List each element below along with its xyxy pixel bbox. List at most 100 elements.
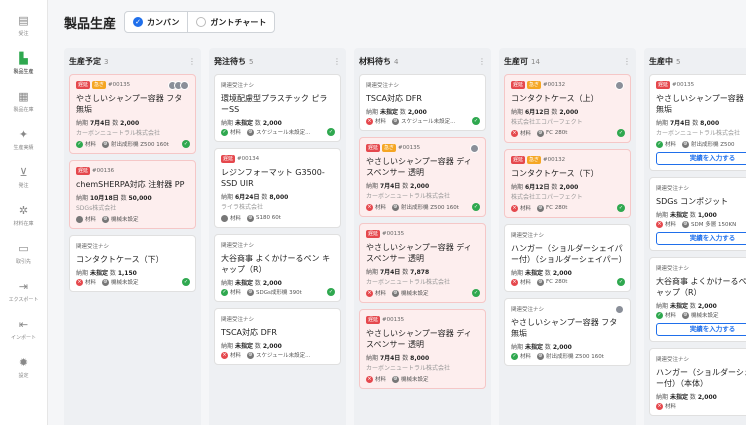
material-label: 材料 [375,119,387,125]
card-top-row: 遅延 急ぎ #00135 [76,80,189,90]
check-complete-icon: ✓ [617,129,625,137]
due-date: 6月12日 [524,109,550,116]
product-name: やさしいシャンプー容器 ディスペンサー 透明 [366,157,472,177]
more-icon[interactable]: ⋮ [333,57,341,66]
product-name: ハンガー（ショルダーシェイパー付）（ショルダーシェイパー） [511,244,627,264]
sidebar-item-2[interactable]: ▦ 製品在庫 [0,82,48,120]
qty-label: 数 [112,120,119,127]
order-card[interactable]: 関連受注ナシ大谷商事 よくかけーるペン キャップ（R） 納期 未指定 数 2,00… [214,234,341,302]
status-tag: 急ぎ [92,81,107,89]
sidebar-item-label: 取引先 [15,258,31,265]
material-label: 材料 [230,130,242,136]
status-tag: 遅延 [366,144,381,152]
card-footer: ✓ 材料 ⚙ スケジュール未設定... [221,128,334,136]
material-status-icon: ✓ [221,128,228,136]
column-count: 3 [104,57,109,66]
molecule-icon: ✲ [18,204,29,217]
order-card[interactable]: 遅延 急ぎ #00132 コンタクトケース（上） 納期 6月12日 数 2,000 株式会… [504,74,631,143]
due-qty-row: 納期 10月18日 数 50,000 [76,193,189,202]
check-complete-icon: ✓ [617,204,625,212]
product-name: TSCA対応 DFR [221,328,277,337]
machine-name: 射出成形機 Z500 160t [401,205,459,211]
more-icon[interactable]: ⋮ [478,57,486,66]
kanban-board: 生産予定 3 ⋮ 遅延 急ぎ #00135 やさしいシャンプー容器 フタ 無垢 納期 7月4日… [64,48,746,425]
order-card[interactable]: 遅延 #00135 やさしいシャンプー容器 ディスペンサー 透明 納期 7月4日 数 … [359,223,486,303]
order-card[interactable]: 遅延 急ぎ #00135 やさしいシャンプー容器 フタ 無垢 納期 7月4日 数 2,0… [69,74,196,154]
sidebar-item-7[interactable]: ⇥ エクスポート [0,272,48,310]
order-card[interactable]: 関連受注ナシ TSCA対応 DFR 納期 未指定 数 2,000 × 材料 ⚙ スケジュール… [359,74,486,131]
more-icon[interactable]: ⋮ [623,57,631,66]
no-order-label: 関連受注ナシ [366,83,400,89]
material-status-icon: × [366,203,373,211]
order-card[interactable]: 遅延 #00135 やさしいシャンプー容器 ディスペンサー 透明 納期 7月4日 数 … [359,309,486,389]
quantity: 2,000 [120,120,140,127]
quantity: 7,878 [410,269,430,276]
no-order-label: 関連受注ナシ [221,83,255,89]
order-id: #00135 [382,317,405,323]
machine-name: 機械未設定 [111,280,139,286]
order-card[interactable]: 関連受注ナシ SDGs コンポジット 納期 未指定 数 1,000 × 材料 ⚙ SDM 多… [649,177,746,251]
order-card[interactable]: 遅延 急ぎ #00135 やさしいシャンプー容器 ディスペンサー 透明 納期 7月4日 … [359,137,486,217]
card-top-row: 関連受注ナシ [656,263,746,273]
order-card[interactable]: 関連受注ナシ TSCA対応 DFR 納期 未指定 数 2,000 × 材料 ⚙ スケジュール… [214,308,341,365]
product-name: chemSHERPA対応 注射器 PP [76,180,185,189]
order-card[interactable]: 遅延 急ぎ #00132 コンタクトケース（下） 納期 6月12日 数 2,000 株式会… [504,149,631,218]
due-qty-row: 納期 6月12日 数 2,000 [511,107,624,116]
machine-icon: ⚙ [682,140,690,148]
order-card[interactable]: 関連受注ナシ コンタクトケース（下） 納期 未指定 数 1,150 × 材料 ⚙ 機械未設定… [69,235,196,292]
material-status: ✓ 材料 [221,288,241,296]
column-header: 生産可 14 ⋮ [504,54,631,68]
enter-result-button[interactable]: 実績を入力する [656,232,746,245]
sidebar-item-label: 受注 [18,30,29,37]
sidebar-item-6[interactable]: ▭ 取引先 [0,234,48,272]
sidebar-item-5[interactable]: ✲ 材料在庫 [0,196,48,234]
order-card[interactable]: 遅延 #00134 レジンフォーマット G3500-SSD UIR 納期 6月24日 … [214,148,341,228]
sidebar-item-3[interactable]: ✦ 生産実績 [0,120,48,158]
due-qty-row: 納期 未指定 数 2,000 [511,268,624,277]
no-order-label: 関連受注ナシ [511,307,545,313]
sidebar-item-4[interactable]: ⊻ 発注 [0,158,48,196]
order-card[interactable]: 遅延 #00136 chemSHERPA対応 注射器 PP 納期 10月18日 数 5… [69,160,196,229]
card-footer: × 材料 [656,402,746,410]
due-qty-row: 納期 未指定 数 2,000 [656,392,746,401]
material-status-icon: ✓ [221,288,228,296]
order-card[interactable]: 遅延#00135 やさしいシャンプー容器 フタ 無垢納期 7月4日 数 8,000… [649,74,746,171]
kanban-view-button[interactable]: ✓ カンバン [125,12,187,32]
sidebar-item-9[interactable]: ✹ 設定 [0,348,48,386]
due-qty-row: 納期 7月4日 数 2,000 [76,118,189,127]
quantity: 2,000 [559,184,579,191]
avatar [615,304,624,314]
qty-label: 数 [692,120,699,127]
column-count: 4 [394,57,399,66]
order-card[interactable]: 関連受注ナシ 環境配慮型プラスチック ピラーSS 納期 未指定 数 2,000 ✓ 材料… [214,74,341,142]
machine-icon: ⚙ [392,117,400,125]
material-status-icon: × [76,278,83,286]
sidebar-item-1[interactable]: ▙ 製品生産 [0,44,48,82]
order-card[interactable]: 関連受注ナシハンガー（ショルダーシェイパー付）（ショルダーシェイパー） 納期 未指… [504,224,631,292]
quantity: 2,000 [559,109,579,116]
machine-info: ⚙ 射出成形機 Z500 160t [537,352,604,360]
no-order-label: 関連受注ナシ [511,233,545,239]
export-icon: ⇥ [18,280,29,293]
material-status: × 材料 [656,402,676,410]
order-card[interactable]: 関連受注ナシ やさしいシャンプー容器 フタ 無垢 納期 未指定 数 2,000 ✓ 材料… [504,298,631,366]
order-card[interactable]: 関連受注ナシハンガー（ショルダーシェイパー付）（本体） 納期 未指定 数 2,00… [649,348,746,416]
enter-result-button[interactable]: 実績を入力する [656,323,746,336]
due-date: 未指定 [89,270,108,277]
material-label: 材料 [85,280,97,286]
kanban-column: 生産可 14 ⋮ 遅延 急ぎ #00132 コンタクトケース（上） 納期 6月12日 数 2,… [499,48,636,425]
due-date: 未指定 [234,343,253,350]
order-card[interactable]: 関連受注ナシ大谷商事 よくかけーるペン キャップ（R） 納期 未指定 数 2,00… [649,257,746,342]
gantt-view-label: ガントチャート [210,17,267,27]
machine-info: ⚙ 射出成形機 Z500 160t [102,140,169,148]
enter-result-button[interactable]: 実績を入力する [656,152,746,165]
machine-info: ⚙ 機械未設定 [392,289,429,297]
more-icon[interactable]: ⋮ [188,57,196,66]
due-date: 未指定 [379,109,398,116]
machine-name: FC 280t [546,205,568,211]
gantt-view-button[interactable]: ガントチャート [187,12,274,32]
sidebar-item-0[interactable]: ▤ 受注 [0,6,48,44]
sidebar-item-8[interactable]: ⇤ インポート [0,310,48,348]
card-top-row: 関連受注ナシ [221,80,334,90]
book-icon: ▭ [18,242,29,255]
